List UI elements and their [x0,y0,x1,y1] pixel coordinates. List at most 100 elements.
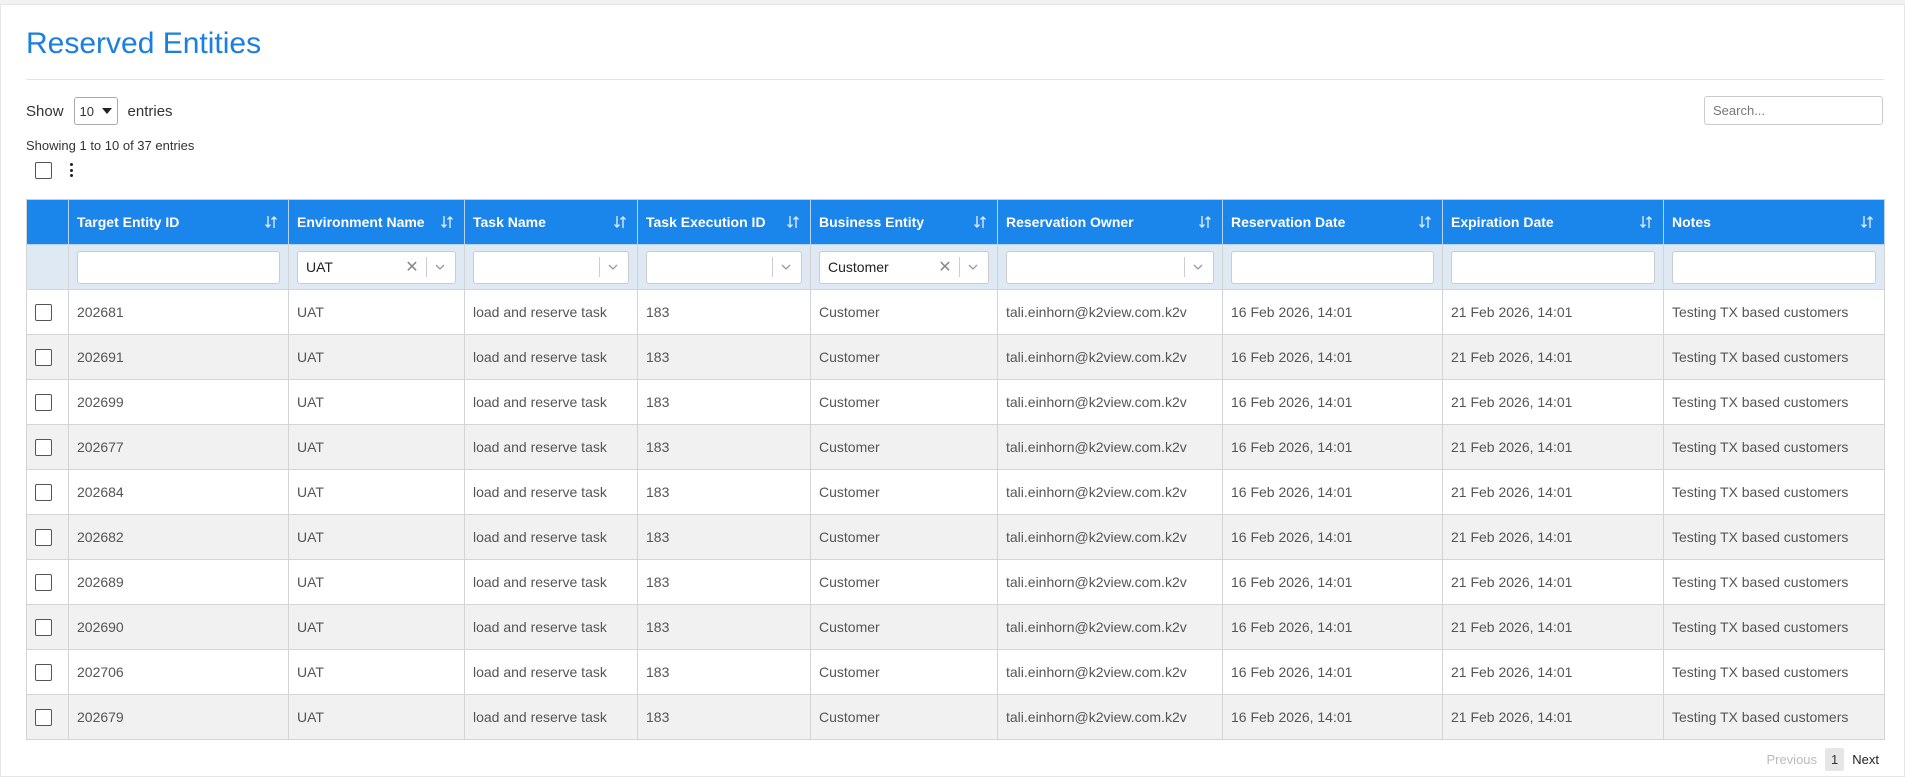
cell-task-name: load and reserve task [464,649,638,695]
row-checkbox[interactable] [35,663,52,681]
row-checkbox[interactable] [35,573,52,591]
cell-reservation-owner: tali.einhorn@k2view.com.k2v [997,289,1223,335]
reserved-entities-table: Target Entity ID Environment Name Task Nam… [26,199,1885,740]
cell-expiration-date: 21 Feb 2026, 14:01 [1442,694,1664,740]
table-row[interactable]: 202691 UAT load and reserve task 183 Custome… [26,334,1885,380]
entries-length-control: Show 10 entries [26,96,173,126]
cell-environment-name: UAT [288,289,465,335]
environment-name-filter-select[interactable]: UAT ✕ [297,250,456,284]
select-all-checkbox[interactable] [35,162,52,179]
chevron-down-icon[interactable] [781,262,791,272]
cell-expiration-date: 21 Feb 2026, 14:01 [1442,649,1664,695]
cell-reservation-owner: tali.einhorn@k2view.com.k2v [997,559,1223,605]
column-header-business-entity[interactable]: Business Entity [810,199,998,245]
cell-task-execution-id: 183 [637,379,811,425]
previous-page-button[interactable]: Previous [1758,748,1825,771]
column-header-label: Task Execution ID [646,214,766,230]
cell-reservation-date: 16 Feb 2026, 14:01 [1222,514,1443,560]
chevron-down-icon[interactable] [1193,262,1203,272]
cell-environment-name: UAT [288,694,465,740]
column-header-environment-name[interactable]: Environment Name [288,199,465,245]
entries-per-page-select[interactable]: 10 [73,97,118,125]
sort-arrows-icon[interactable] [1198,214,1212,230]
row-checkbox[interactable] [35,483,52,501]
cell-task-name: load and reserve task [464,334,638,380]
column-header-expiration-date[interactable]: Expiration Date [1442,199,1664,245]
table-row[interactable]: 202699 UAT load and reserve task 183 Custome… [26,379,1885,425]
cell-environment-name: UAT [288,334,465,380]
page-1-button[interactable]: 1 [1825,748,1845,771]
task-name-filter-select[interactable] [473,250,629,284]
expiration-date-filter-input[interactable] [1451,250,1655,284]
cell-notes: Testing TX based customers [1663,379,1885,425]
column-header-task-execution-id[interactable]: Task Execution ID [637,199,811,245]
column-header-reservation-owner[interactable]: Reservation Owner [997,199,1223,245]
row-checkbox[interactable] [35,438,52,456]
notes-filter-input[interactable] [1672,250,1876,284]
business-entity-filter-select[interactable]: Customer ✕ [819,250,989,284]
sort-arrows-icon[interactable] [264,214,278,230]
clear-x-icon[interactable]: ✕ [404,257,420,277]
sort-arrows-icon[interactable] [786,214,800,230]
chevron-down-icon[interactable] [435,262,445,272]
sort-arrows-icon[interactable] [440,214,454,230]
column-header-label: Environment Name [297,214,425,230]
table-row[interactable]: 202682 UAT load and reserve task 183 Custome… [26,514,1885,560]
table-row[interactable]: 202706 UAT load and reserve task 183 Custome… [26,649,1885,695]
row-checkbox[interactable] [35,708,52,726]
cell-business-entity: Customer [810,514,998,560]
table-row[interactable]: 202681 UAT load and reserve task 183 Custome… [26,289,1885,335]
row-select-cell [26,424,69,470]
sort-arrows-icon[interactable] [1418,214,1432,230]
row-checkbox[interactable] [35,348,52,366]
filter-cell-task-name [464,244,638,290]
cell-business-entity: Customer [810,649,998,695]
row-checkbox[interactable] [35,618,52,636]
filter-cell-select [26,244,69,290]
reservation-date-filter-input[interactable] [1231,250,1434,284]
column-header-task-name[interactable]: Task Name [464,199,638,245]
cell-expiration-date: 21 Feb 2026, 14:01 [1442,559,1664,605]
table-row[interactable]: 202684 UAT load and reserve task 183 Custome… [26,469,1885,515]
entries-label: entries [127,102,173,120]
kebab-menu-icon[interactable] [69,162,73,178]
cell-notes: Testing TX based customers [1663,424,1885,470]
cell-reservation-date: 16 Feb 2026, 14:01 [1222,289,1443,335]
table-row[interactable]: 202677 UAT load and reserve task 183 Custome… [26,424,1885,470]
cell-reservation-date: 16 Feb 2026, 14:01 [1222,604,1443,650]
pagination: Previous 1 Next [1758,748,1885,771]
search-input[interactable] [1704,96,1883,125]
column-header-target-entity-id[interactable]: Target Entity ID [68,199,289,245]
chevron-down-icon[interactable] [968,262,978,272]
clear-x-icon[interactable]: ✕ [937,257,953,277]
row-checkbox[interactable] [35,393,52,411]
sort-arrows-icon[interactable] [1860,214,1874,230]
sort-arrows-icon[interactable] [973,214,987,230]
target-entity-id-filter-input[interactable] [77,250,280,284]
cell-task-execution-id: 183 [637,334,811,380]
cell-expiration-date: 21 Feb 2026, 14:01 [1442,424,1664,470]
table-row[interactable]: 202690 UAT load and reserve task 183 Custome… [26,604,1885,650]
cell-notes: Testing TX based customers [1663,289,1885,335]
filter-row: UAT ✕ Customer ✕ [26,244,1885,290]
next-page-button[interactable]: Next [1844,748,1885,771]
column-header-reservation-date[interactable]: Reservation Date [1222,199,1443,245]
chevron-down-icon[interactable] [608,262,618,272]
reservation-owner-filter-select[interactable] [1006,250,1214,284]
cell-task-name: load and reserve task [464,559,638,605]
sort-arrows-icon[interactable] [1639,214,1653,230]
cell-reservation-date: 16 Feb 2026, 14:01 [1222,559,1443,605]
sort-arrows-icon[interactable] [613,214,627,230]
cell-target-entity-id: 202691 [68,334,289,380]
cell-task-execution-id: 183 [637,694,811,740]
table-row[interactable]: 202689 UAT load and reserve task 183 Custome… [26,559,1885,605]
row-checkbox[interactable] [35,528,52,546]
column-header-label: Reservation Owner [1006,214,1134,230]
table-row[interactable]: 202679 UAT load and reserve task 183 Custome… [26,694,1885,740]
environment-filter-value: UAT [306,259,333,275]
row-checkbox[interactable] [35,303,52,321]
cell-expiration-date: 21 Feb 2026, 14:01 [1442,469,1664,515]
column-header-notes[interactable]: Notes [1663,199,1885,245]
cell-target-entity-id: 202699 [68,379,289,425]
task-execution-id-filter-select[interactable] [646,250,802,284]
